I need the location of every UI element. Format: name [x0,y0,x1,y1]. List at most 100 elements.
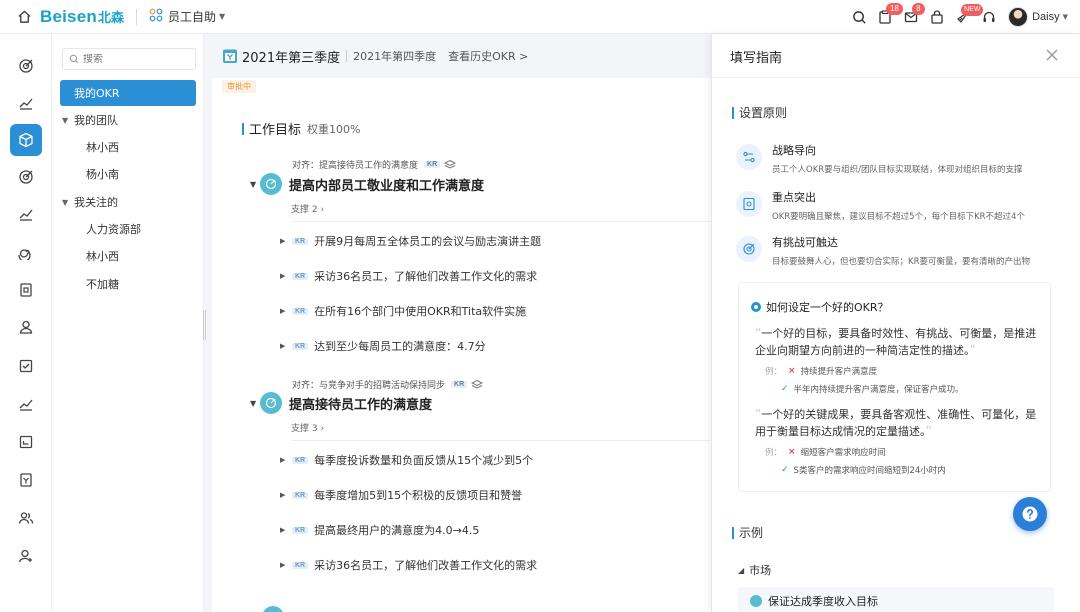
check-icon: ✓ [781,465,789,475]
mail-badge: 8 [912,3,925,15]
kr-row[interactable]: ▶ KR 采访36名员工，了解他们改善工作文化的需求 [280,557,537,573]
nav-item-followed[interactable]: 人力资源部 [60,216,196,242]
rail-growth-button[interactable] [10,87,42,119]
search-icon [69,54,79,64]
support-text: 支撑 3 [291,424,318,434]
kr-tag: KR [292,237,309,245]
caret-down-icon: ◢ [738,565,745,575]
nav-item-followed[interactable]: 不加糖 [60,271,196,297]
caret-right-icon[interactable]: ▶ [280,526,292,534]
kr-row[interactable]: ▶ KR 采访36名员工，了解他们改善工作文化的需求 [280,268,537,284]
kr-row[interactable]: ▶ KR 开展9月每周五全体员工的会议与励志演讲主题 [280,233,541,249]
layers-icon[interactable] [444,159,457,171]
search-button[interactable] [846,0,872,34]
objective-icon [260,173,282,195]
chevron-right-icon: › [320,424,325,434]
rail-target-button[interactable] [10,50,42,82]
caret-right-icon[interactable]: ▶ [280,456,292,464]
layers-icon[interactable] [471,379,484,391]
caret-right-icon[interactable]: ▶ [280,272,292,280]
kr-row[interactable]: ▶ KR 提高最终用户的满意度为4.0→4.5 [280,522,479,538]
brand-logo[interactable]: Beisen 北森 [40,7,124,27]
rail-target2-button[interactable] [10,161,42,193]
help-button[interactable] [1013,497,1047,531]
caret-right-icon[interactable]: ▶ [280,561,292,569]
user-plus-icon [18,549,32,563]
rail-doc-button[interactable] [10,464,42,496]
principle-item: 有挑战可触达 目标要鼓舞人心，但也要切合实际；KR要可衡量，要有清晰的产出物 [736,234,1030,267]
close-icon[interactable] [1045,48,1059,62]
section-title-text: 设置原则 [739,106,788,120]
caret-right-icon[interactable]: ▶ [280,237,292,245]
kr-row[interactable]: ▶ KR 在所有16个部门中使用OKR和Tita软件实施 [280,303,526,319]
headset-button[interactable] [976,0,1002,34]
rail-user-plus-button[interactable] [10,540,42,572]
principle-item: 战略导向 员工个人OKR要与组织/团队目标实现联结，体现对组织目标的支撑 [736,142,1023,175]
caret-down-icon[interactable]: ▼ [250,180,260,189]
kr-text: 提高最终用户的满意度为4.0→4.5 [314,524,480,537]
nav-item-my-okr[interactable]: 我的OKR [60,80,196,106]
principle-desc: 员工个人OKR要与组织/团队目标实现联结，体现对组织目标的支撑 [772,165,1023,175]
quarter-divider [346,50,348,62]
good-example-text: S类客户的需求响应时间缩短到24小时内 [793,466,946,476]
divider [291,221,711,222]
nav-group-my-team[interactable]: ▼ 我的团队 [60,107,196,133]
current-quarter[interactable]: 2021年第三季度 [242,47,340,66]
home-icon[interactable] [14,7,34,27]
rocket-button[interactable]: NEW [950,0,984,34]
kr-tag: KR [292,491,309,499]
nav-item-team-member[interactable]: 杨小南 [60,161,196,187]
support-count[interactable]: 支撑 2 › [291,202,324,215]
objective-icon [260,392,282,414]
rail-person-button[interactable] [10,311,42,343]
alignment-line[interactable]: 对齐：与竞争对手的招聘活动保持同步 KR [292,378,484,391]
kr-row[interactable]: ▶ KR 每季度增加5到15个积极的反馈项目和赞誉 [280,487,522,503]
notice-button[interactable]: 18 [872,0,903,34]
document-icon [20,473,32,487]
objective-row[interactable]: ▼ 提高内部员工敬业度和工作满意度 [250,173,484,195]
good-example-text: 半年内持续提升客户满意度，保证客户成功。 [793,385,964,395]
rail-monitor-button[interactable] [10,426,42,458]
rail-check-button[interactable] [10,350,42,382]
rail-team-button[interactable] [10,502,42,534]
search-input[interactable] [83,53,183,65]
app-grid-icon [149,8,163,25]
rail-okr-button[interactable] [10,124,42,156]
history-okr-link[interactable]: 查看历史OKR > [448,48,528,64]
nav-item-label: 我的OKR [74,87,120,100]
nav-item-followed[interactable]: 林小西 [60,243,196,269]
nav-search-box[interactable] [62,48,196,70]
rail-badge-button[interactable] [10,274,42,306]
caret-right-icon[interactable]: ▶ [280,342,292,350]
kr-tag: KR [292,561,309,569]
chevron-down-icon: ▼ [1062,13,1068,21]
kr-row[interactable]: ▶ KR 每季度投诉数量和负面反馈从15个减少到5个 [280,452,533,468]
kr-text: 采访36名员工，了解他们改善工作文化的需求 [314,270,538,283]
market-group[interactable]: ◢ 市场 [738,562,771,578]
next-quarter-link[interactable]: 2021年第四季度 [353,48,436,64]
mail-button[interactable]: 8 [898,0,925,34]
bad-example-text: 持续提升客户满意度 [800,367,878,377]
user-menu[interactable]: Daisy ▼ [1008,7,1068,27]
objective-row[interactable]: ▼ 提高接待员工作的满意度 [250,392,432,414]
alignment-line[interactable]: 对齐：提高接待员工作的满意度 KR [292,158,457,171]
principle-desc: 目标要鼓舞人心，但也要切合实际；KR要可衡量，要有清晰的产出物 [772,257,1030,267]
principles-heading: 设置原则 [732,104,787,121]
example-objective[interactable]: 保证达成季度收入目标 [738,587,1054,612]
nav-group-followed[interactable]: ▼ 我关注的 [60,189,196,215]
caret-right-icon[interactable]: ▶ [280,491,292,499]
weight-text: 权重100% [307,122,361,136]
howto-question-text: 如何设定一个好的OKR？ [766,301,889,314]
rail-spiral-button[interactable] [10,236,42,268]
support-count[interactable]: 支撑 3 › [291,421,324,434]
caret-down-icon[interactable]: ▼ [250,399,260,408]
kr-row[interactable]: ▶ KR 达到至少每周员工的满意度：4.7分 [280,338,486,354]
kr-tag: KR [451,381,468,388]
bag-button[interactable] [924,0,950,34]
caret-right-icon[interactable]: ▶ [280,307,292,315]
app-switcher[interactable]: 员工自助 ▼ [149,8,225,25]
rail-chart-button[interactable] [10,198,42,230]
nav-item-team-member[interactable]: 林小西 [60,134,196,160]
objective-quote: “一个好的目标，要具备时效性、有挑战、可衡量，是推进 企业向期望方向前进的一种简… [755,325,1045,359]
rail-stats-button[interactable] [10,388,42,420]
